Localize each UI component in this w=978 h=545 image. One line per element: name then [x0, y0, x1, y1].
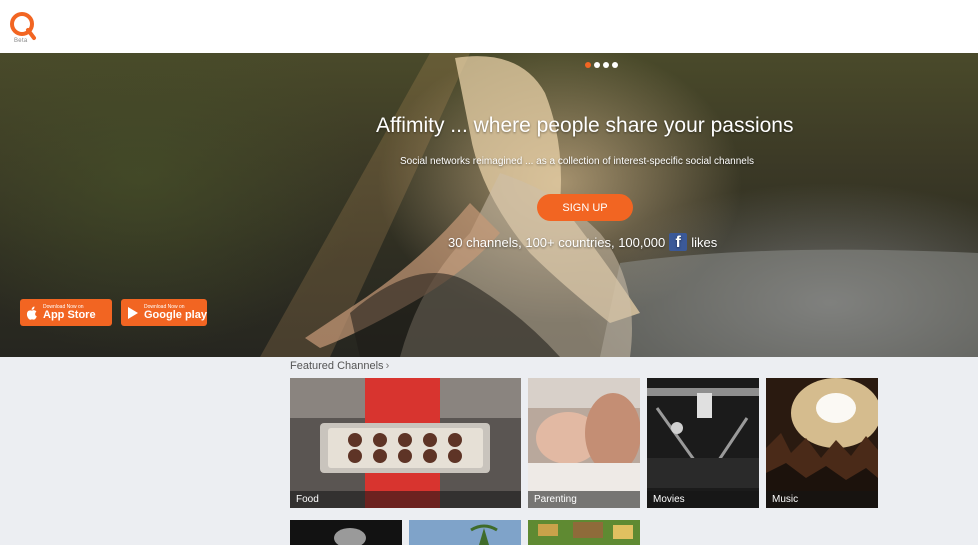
channel-card-movies[interactable]: Movies: [647, 378, 759, 508]
channel-card-row2-2[interactable]: [409, 520, 521, 545]
app-store-button[interactable]: Download Now on App Store: [20, 299, 112, 326]
carousel-dot-2[interactable]: [594, 62, 600, 68]
stats-text: 30 channels, 100+ countries, 100,000: [448, 234, 666, 250]
signup-button[interactable]: SIGN UP: [537, 194, 633, 221]
stats-likes-text: likes: [691, 234, 718, 250]
channel-card-parenting[interactable]: Parenting: [528, 378, 640, 508]
featured-channels-label: Featured Channels: [290, 360, 384, 372]
google-play-button[interactable]: Download Now on Google play: [121, 299, 207, 326]
food-image: [290, 378, 521, 508]
channel-card-row2-3[interactable]: [528, 520, 640, 545]
channel-image: [290, 520, 402, 545]
google-play-label: Google play: [144, 308, 207, 321]
channel-image: [409, 520, 521, 545]
stats-line: 30 channels, 100+ countries, 100,000 f l…: [448, 232, 717, 252]
parenting-image: [528, 378, 640, 508]
featured-channels-heading[interactable]: Featured Channels ›: [290, 360, 389, 372]
carousel-dots: [585, 62, 618, 68]
channel-name: Food: [290, 491, 521, 508]
channel-image: [528, 520, 640, 545]
channel-name: Parenting: [528, 491, 640, 508]
carousel-dot-1[interactable]: [585, 62, 591, 68]
channel-name: Music: [766, 491, 878, 508]
hero-banner: Affimity ... where people share your pas…: [0, 53, 978, 357]
google-play-icon: [128, 306, 138, 319]
channel-card-row2-1[interactable]: [290, 520, 402, 545]
app-store-label: App Store: [43, 308, 96, 321]
facebook-icon[interactable]: f: [669, 233, 688, 251]
channel-name: Movies: [647, 491, 759, 508]
music-image: [766, 378, 878, 508]
channel-card-food[interactable]: Food: [290, 378, 521, 508]
carousel-dot-4[interactable]: [612, 62, 618, 68]
chevron-right-icon: ›: [385, 360, 390, 372]
apple-icon: [26, 306, 37, 320]
hero-title: Affimity ... where people share your pas…: [376, 114, 794, 137]
movies-image: [647, 378, 759, 508]
channel-card-music[interactable]: Music: [766, 378, 878, 508]
hero-subtitle: Social networks reimagined ... as a coll…: [400, 156, 755, 167]
carousel-dot-3[interactable]: [603, 62, 609, 68]
logo-subtext: Beta: [14, 38, 28, 44]
top-bar: Beta: [0, 0, 978, 53]
